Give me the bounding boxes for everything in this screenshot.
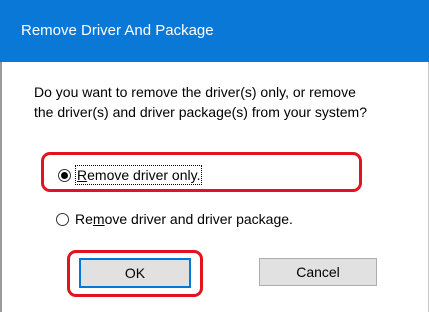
radio-remove-driver-and-package[interactable]: Remove driver and driver package. xyxy=(56,208,293,230)
remove-driver-dialog: Remove Driver And Package Do you want to… xyxy=(0,0,429,312)
dialog-message: Do you want to remove the driver(s) only… xyxy=(34,82,426,122)
dialog-title: Remove Driver And Package xyxy=(21,22,214,39)
radio-button-unchecked-icon[interactable] xyxy=(56,212,69,226)
highlight-annotation-ok xyxy=(67,250,203,297)
message-line-1: Do you want to remove the driver(s) only… xyxy=(34,84,356,100)
radio-remove-driver-and-package-label: Remove driver and driver package. xyxy=(75,211,293,227)
title-bar: Remove Driver And Package xyxy=(0,0,429,62)
message-line-2: the driver(s) and driver package(s) from… xyxy=(34,104,367,120)
highlight-annotation-option xyxy=(41,152,362,192)
cancel-button[interactable]: Cancel xyxy=(259,258,377,286)
left-border xyxy=(0,62,2,312)
